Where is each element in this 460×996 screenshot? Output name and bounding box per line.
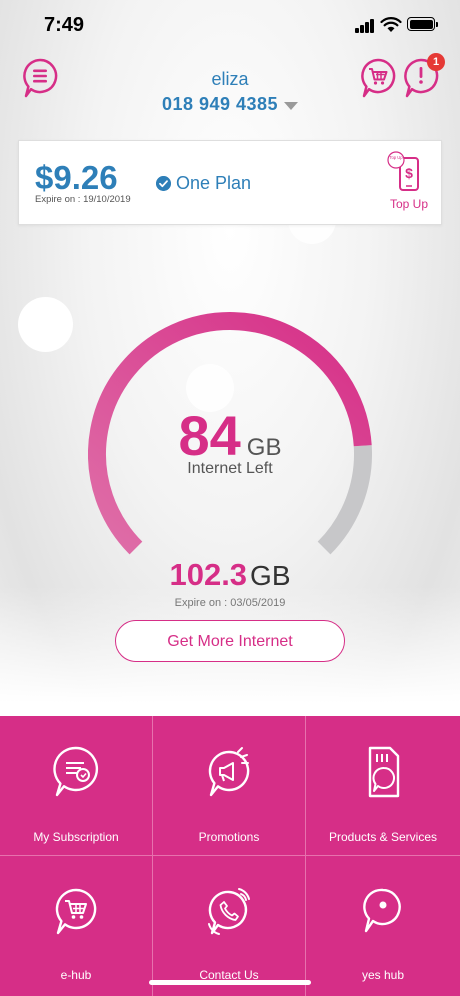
feature-menu-grid: My Subscription Promotions Products & Se… [0, 716, 460, 996]
menu-item-promotions[interactable]: Promotions [153, 716, 306, 856]
total-data-unit: GB [250, 560, 291, 591]
user-name: eliza [211, 69, 249, 89]
menu-item-my-subscription[interactable]: My Subscription [0, 716, 153, 856]
subscription-icon [53, 746, 99, 797]
menu-item-contact-us[interactable]: Contact Us [153, 856, 306, 996]
internet-left-value: 84 GB [0, 403, 460, 468]
balance-expiry: Expire on : 19/10/2019 [35, 194, 131, 205]
menu-item-label: Promotions [198, 830, 260, 844]
menu-item-label: e-hub [60, 968, 92, 982]
home-indicator [149, 980, 311, 985]
top-up-label[interactable]: Top Up [383, 197, 435, 211]
expire-label: Expire on : [35, 194, 84, 205]
total-data-value: 102.3 [169, 557, 248, 592]
decorative-bubble [18, 297, 73, 352]
top-up-button[interactable]: $ Top Up Top Up [383, 151, 435, 217]
cart-icon [55, 888, 97, 935]
get-more-internet-button[interactable]: Get More Internet [115, 620, 345, 662]
svg-text:$: $ [405, 165, 413, 181]
menu-item-label: Products & Services [328, 830, 438, 844]
menu-item-label: My Subscription [33, 830, 119, 844]
remaining-data-unit: GB [246, 434, 282, 461]
wifi-icon [380, 17, 402, 32]
phone-number[interactable]: 018 949 4385 [162, 94, 278, 114]
chevron-down-icon[interactable] [284, 101, 299, 110]
location-pin-icon [363, 888, 401, 933]
check-circle-icon [156, 176, 171, 191]
status-bar: 7:49 [0, 0, 460, 50]
top-up-phone-icon: $ Top Up [387, 151, 419, 191]
menu-item-yes-hub[interactable]: yes hub [306, 856, 460, 996]
balance-amount: $9.26 [35, 159, 118, 196]
internet-left-caption: Internet Left [187, 460, 273, 477]
plan-name: One Plan [176, 173, 252, 193]
menu-item-e-hub[interactable]: e-hub [0, 856, 153, 996]
menu-item-label: yes hub [361, 968, 405, 982]
expire-date: 19/10/2019 [83, 194, 131, 205]
balance-card: $9.26 Expire on : 19/10/2019 One Plan $ … [18, 140, 442, 225]
remaining-data-value: 84 [178, 404, 241, 467]
battery-icon [407, 17, 438, 31]
phone-number-selector[interactable]: 018 949 4385 [0, 94, 460, 115]
data-expiry: Expire on : 03/05/2019 [174, 597, 286, 609]
svg-text:Top Up: Top Up [389, 155, 403, 160]
sim-card-icon [368, 746, 400, 798]
total-data: 102.3 GB [0, 557, 460, 593]
megaphone-icon [208, 747, 250, 797]
menu-item-products-services[interactable]: Products & Services [306, 716, 460, 856]
phone-icon [208, 888, 250, 935]
cellular-signal-icon [355, 19, 375, 33]
status-time: 7:49 [44, 14, 85, 36]
